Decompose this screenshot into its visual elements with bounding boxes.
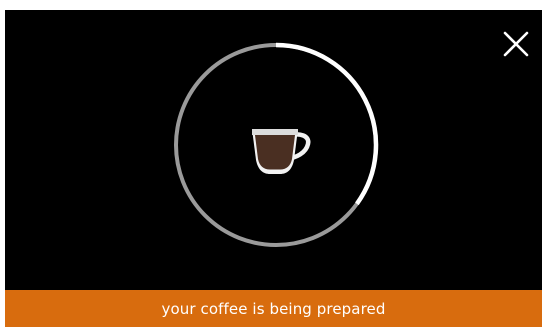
close-icon xyxy=(503,31,529,57)
coffee-cup-icon xyxy=(252,129,311,174)
brewing-screen: your coffee is being prepared xyxy=(5,10,542,327)
status-bar: your coffee is being prepared xyxy=(5,290,542,327)
status-message: your coffee is being prepared xyxy=(161,299,386,318)
close-button[interactable] xyxy=(502,30,530,58)
